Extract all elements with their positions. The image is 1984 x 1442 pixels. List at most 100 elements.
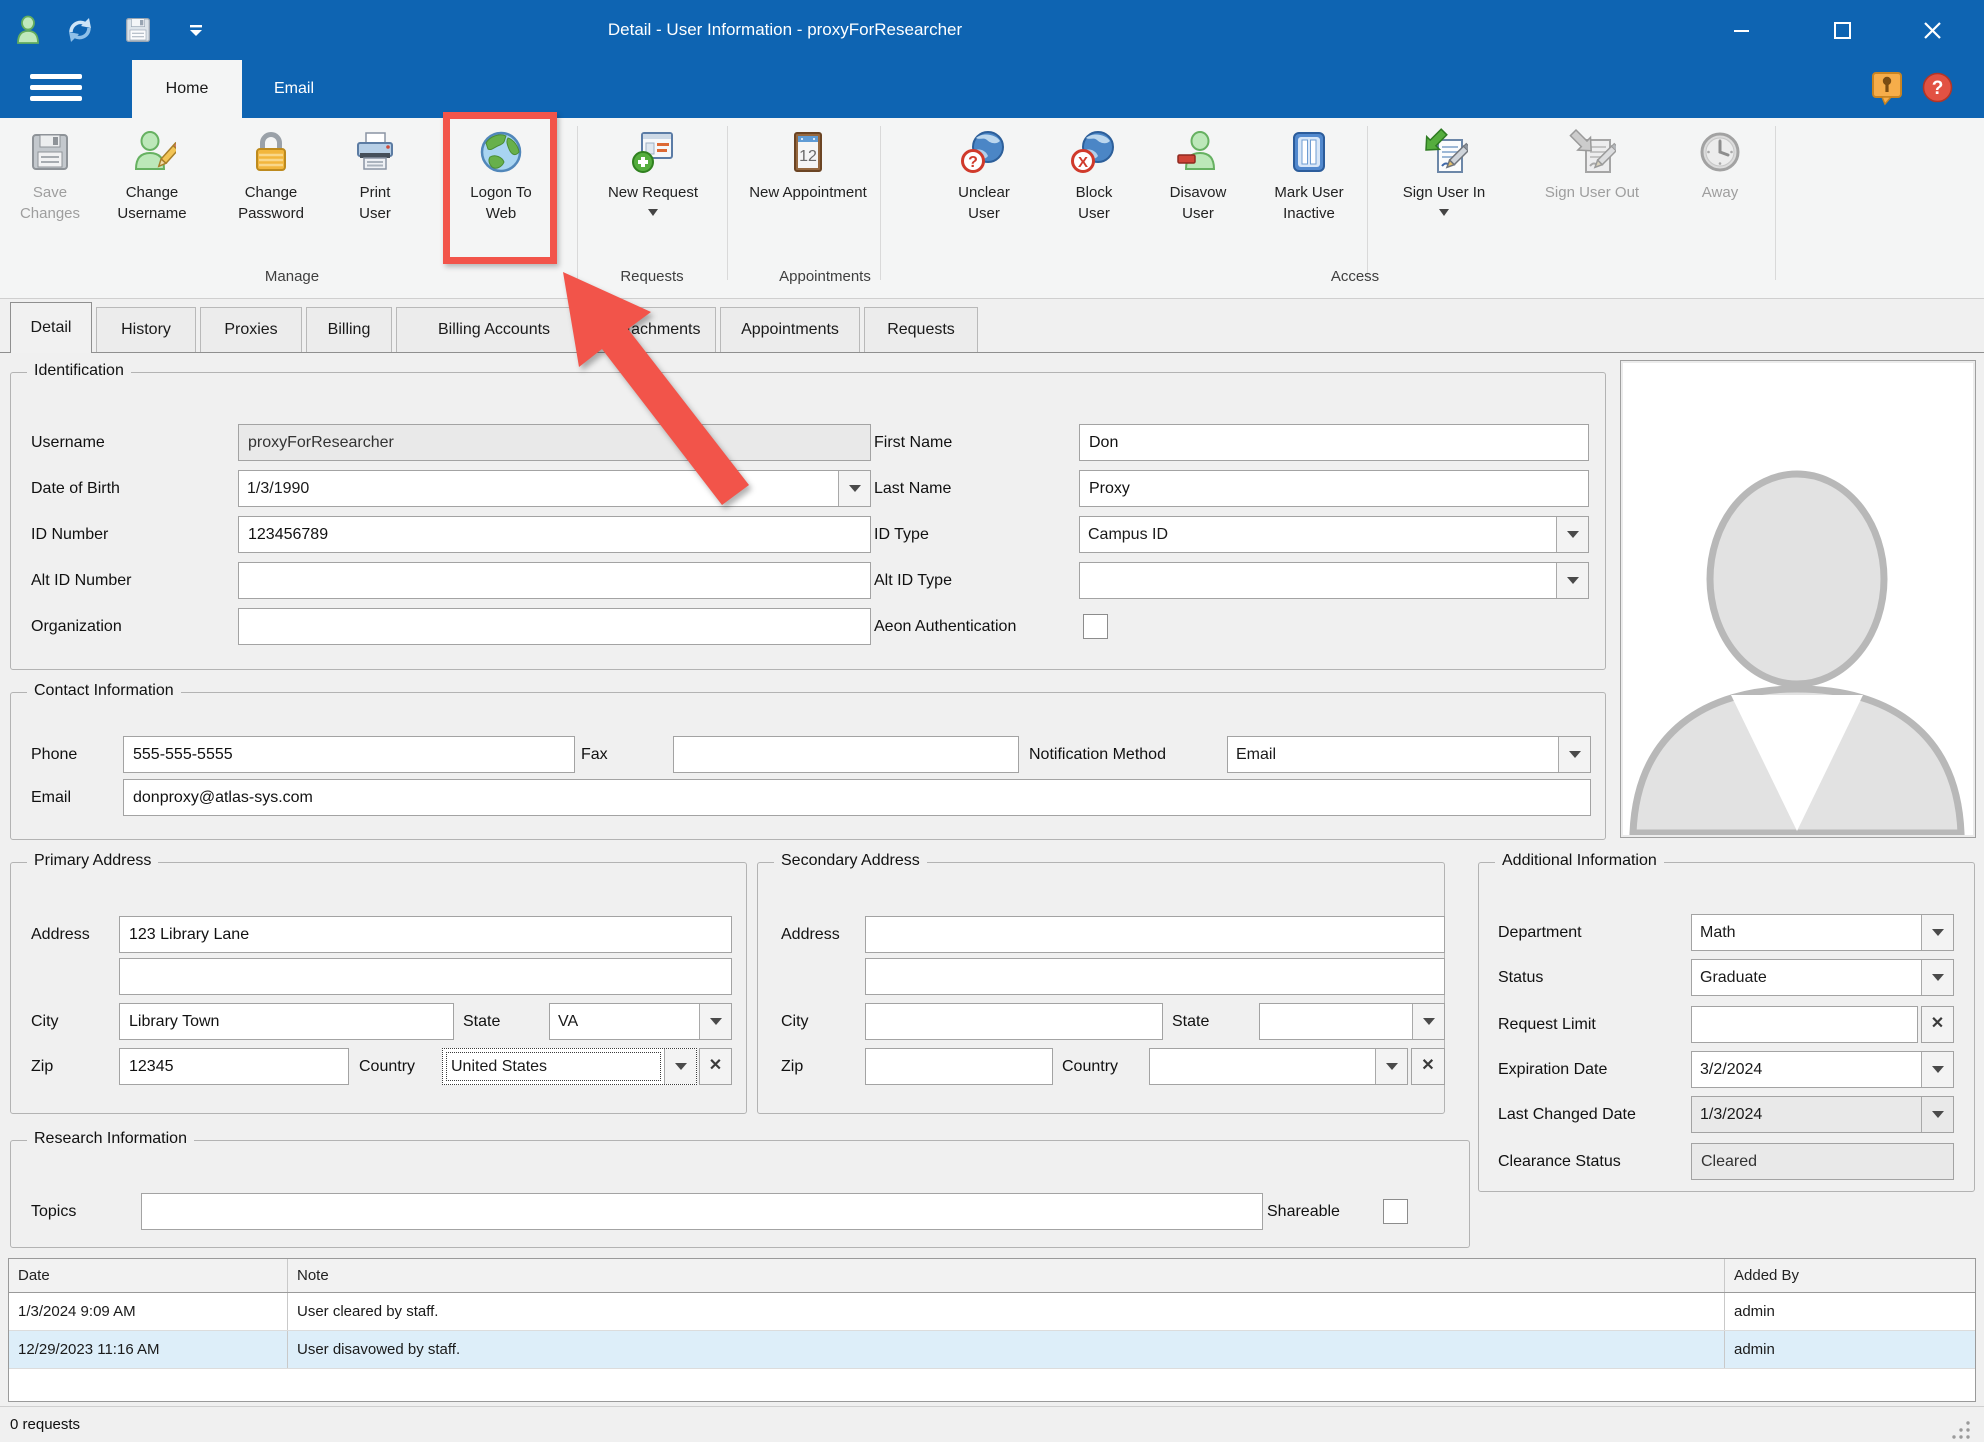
dropdown-button[interactable] [1558, 737, 1590, 772]
city-label: City [781, 1003, 809, 1040]
user-icon[interactable] [8, 10, 48, 50]
id-type-select[interactable]: Campus ID [1079, 516, 1589, 553]
dropdown-button[interactable] [1921, 1052, 1953, 1087]
address-line2-field[interactable] [119, 958, 732, 995]
chevron-down-icon [1567, 577, 1579, 584]
email-field[interactable] [123, 779, 1591, 816]
column-header-note[interactable]: Note [288, 1259, 1725, 1292]
chevron-down-icon [849, 485, 861, 492]
groupbox-title: Contact Information [27, 682, 181, 700]
mark-user-inactive-icon [1254, 126, 1364, 178]
change-username-button[interactable]: Change Username [96, 126, 208, 278]
dropdown-button[interactable] [1921, 915, 1953, 950]
ribbon-button-label: Sign User In [1403, 182, 1486, 203]
table-row-selected[interactable]: 12/29/2023 11:16 AM User disavowed by st… [9, 1331, 1975, 1369]
unclear-user-button[interactable]: ? Unclear User [928, 126, 1040, 278]
user-photo-placeholder [1620, 360, 1976, 838]
city-field[interactable] [119, 1003, 454, 1040]
ribbon-group-separator [1775, 126, 1776, 280]
clear-country-button[interactable]: ✕ [699, 1048, 732, 1085]
id-number-field[interactable] [238, 516, 871, 553]
qat-menu-caret-icon[interactable] [176, 10, 216, 50]
state-select[interactable] [1259, 1003, 1445, 1040]
identification-groupbox: Identification Username Date of Birth 1/… [10, 372, 1606, 670]
dropdown-button[interactable] [1375, 1049, 1407, 1084]
department-select[interactable]: Math [1691, 914, 1954, 951]
new-request-icon [588, 126, 718, 178]
close-button[interactable] [1902, 0, 1962, 60]
disavow-user-button[interactable]: Disavow User [1146, 126, 1250, 278]
zip-label: Zip [781, 1048, 803, 1085]
alt-id-type-select[interactable] [1079, 562, 1589, 599]
status-value: Graduate [1692, 960, 1921, 995]
note-text-cell: User disavowed by staff. [288, 1331, 1725, 1368]
new-appointment-button[interactable]: 12 New Appointment [738, 126, 878, 278]
save-icon[interactable] [118, 10, 158, 50]
topics-field[interactable] [141, 1193, 1263, 1230]
chevron-down-icon [1932, 974, 1944, 981]
dropdown-button[interactable] [838, 471, 870, 506]
save-changes-icon [8, 126, 92, 178]
ribbon-tab-email[interactable]: Email [246, 60, 342, 118]
last-name-field[interactable] [1079, 470, 1589, 507]
address-line1-field[interactable] [865, 916, 1445, 953]
zip-field[interactable] [865, 1048, 1053, 1085]
block-user-button[interactable]: X Block User [1044, 126, 1144, 278]
country-select[interactable] [1149, 1048, 1408, 1085]
phone-field[interactable] [123, 736, 575, 773]
sync-icon[interactable] [60, 10, 100, 50]
request-limit-field[interactable] [1691, 1006, 1918, 1043]
column-header-date[interactable]: Date [9, 1259, 288, 1292]
dropdown-button [1921, 1097, 1953, 1132]
clear-country-button[interactable]: ✕ [1411, 1048, 1445, 1085]
dropdown-button[interactable] [1921, 960, 1953, 995]
resize-grip[interactable] [1950, 1419, 1972, 1441]
research-information-groupbox: Research Information Topics Shareable [10, 1140, 1470, 1248]
alt-id-number-field[interactable] [238, 562, 871, 599]
mark-user-inactive-button[interactable]: Mark User Inactive [1254, 126, 1364, 278]
tab-proxies[interactable]: Proxies [200, 307, 302, 352]
clear-request-limit-button[interactable]: ✕ [1921, 1006, 1954, 1043]
dropdown-button[interactable] [1412, 1004, 1444, 1039]
print-user-icon [336, 126, 414, 178]
last-name-label: Last Name [874, 470, 951, 507]
sign-user-in-button[interactable]: Sign User In [1376, 126, 1512, 278]
status-select[interactable]: Graduate [1691, 959, 1954, 996]
first-name-field[interactable] [1079, 424, 1589, 461]
dropdown-button[interactable] [1556, 563, 1588, 598]
state-select[interactable]: VA [549, 1003, 732, 1040]
maximize-button[interactable] [1812, 0, 1872, 60]
fax-field[interactable] [673, 736, 1019, 773]
ribbon-button-label: Print User [349, 182, 401, 224]
column-header-added-by[interactable]: Added By [1725, 1259, 1975, 1292]
dropdown-button[interactable] [1556, 517, 1588, 552]
zip-field[interactable] [119, 1048, 349, 1085]
pin-icon[interactable] [1872, 70, 1902, 111]
country-select[interactable]: United States [442, 1048, 697, 1085]
ribbon-tab-home[interactable]: Home [132, 60, 242, 118]
id-type-value: Campus ID [1080, 517, 1556, 552]
table-row[interactable]: 1/3/2024 9:09 AM User cleared by staff. … [9, 1293, 1975, 1331]
organization-field[interactable] [238, 608, 871, 645]
hamburger-menu-icon[interactable] [30, 74, 92, 104]
tab-detail[interactable]: Detail [10, 302, 92, 353]
new-request-button[interactable]: New Request [588, 126, 718, 278]
tab-history[interactable]: History [96, 307, 196, 352]
address-line1-field[interactable] [119, 916, 732, 953]
dropdown-button[interactable] [664, 1049, 696, 1084]
change-password-button[interactable]: Change Password [212, 126, 330, 278]
city-field[interactable] [865, 1003, 1163, 1040]
address-line2-field[interactable] [865, 958, 1445, 995]
department-value: Math [1692, 915, 1921, 950]
minimize-button[interactable] [1712, 0, 1772, 60]
shareable-checkbox[interactable] [1383, 1199, 1408, 1224]
help-icon[interactable]: ? [1922, 72, 1953, 108]
tab-billing[interactable]: Billing [306, 307, 392, 352]
print-user-button[interactable]: Print User [336, 126, 414, 278]
dropdown-button[interactable] [699, 1004, 731, 1039]
tab-requests[interactable]: Requests [864, 307, 978, 352]
aeon-authentication-checkbox[interactable] [1083, 614, 1108, 639]
notification-method-select[interactable]: Email [1227, 736, 1591, 773]
expiration-date-picker[interactable]: 3/2/2024 [1691, 1051, 1954, 1088]
alt-id-type-label: Alt ID Type [874, 562, 952, 599]
